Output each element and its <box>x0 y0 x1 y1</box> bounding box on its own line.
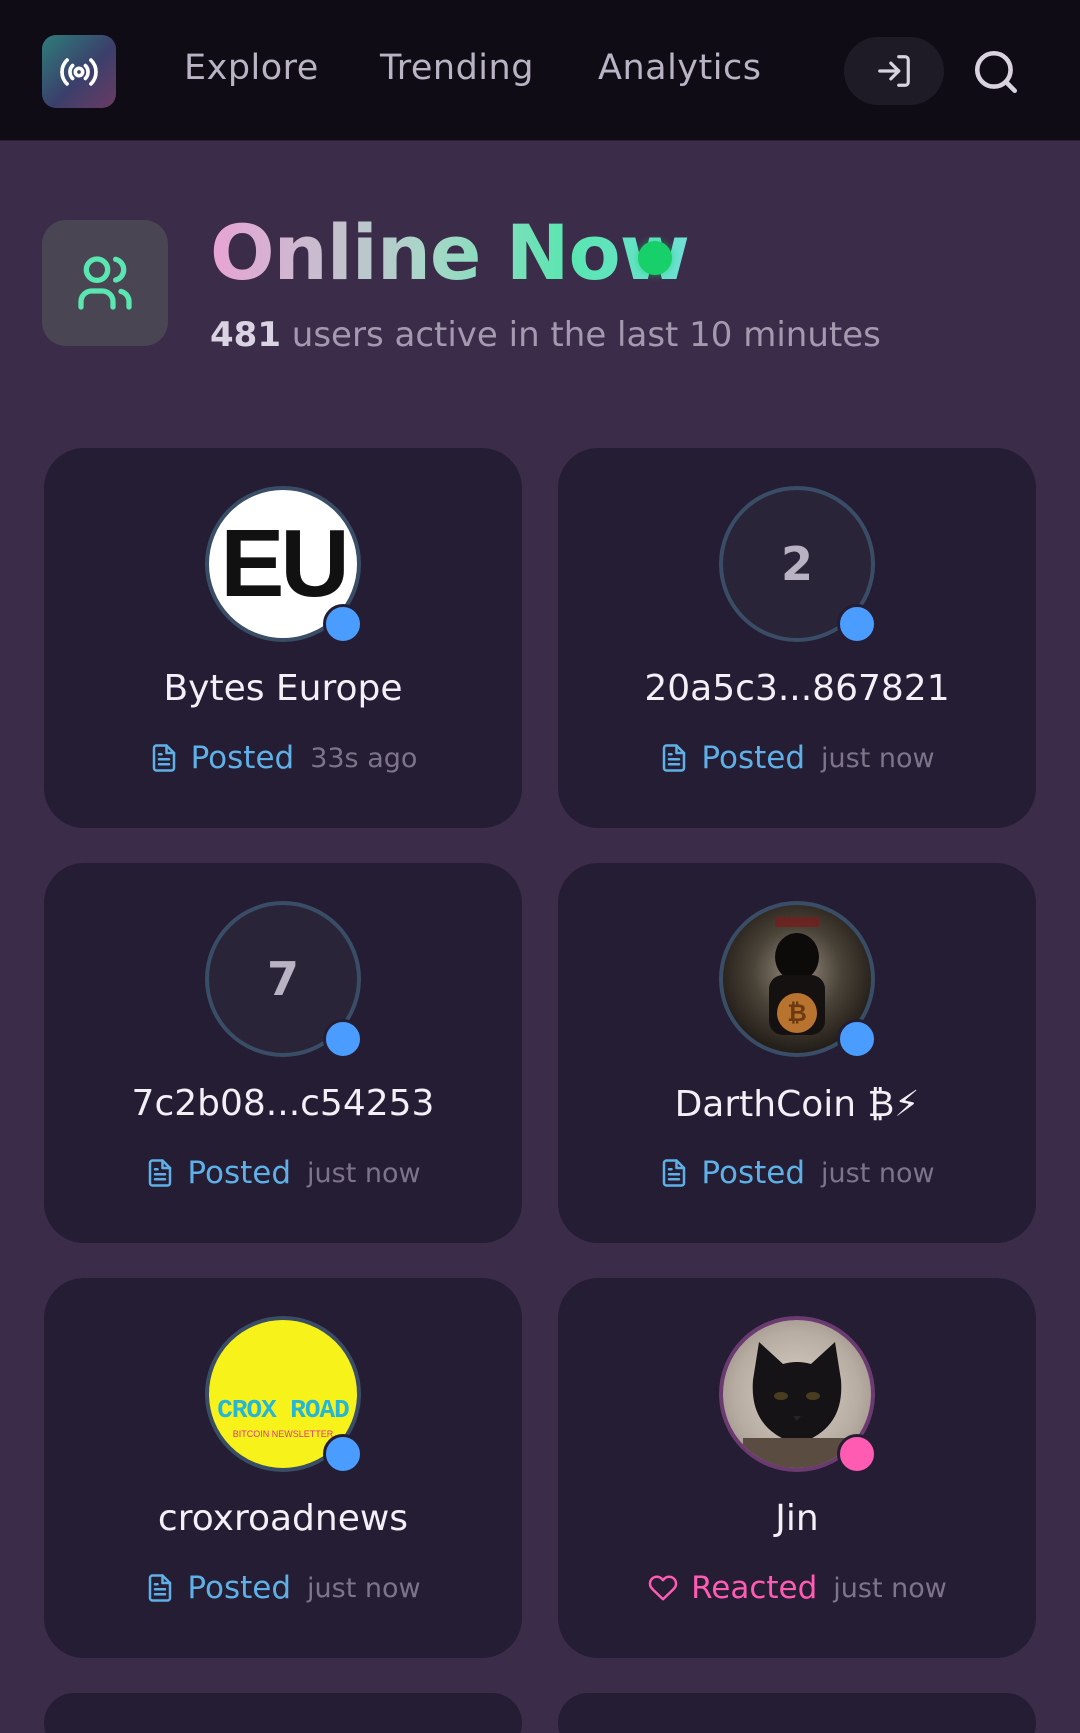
activity-label: Posted <box>187 1155 292 1191</box>
user-name: DarthCoin ₿⚡ <box>674 1084 920 1125</box>
active-users-label: users active in the last 10 minutes <box>291 315 881 355</box>
user-name: 20a5c3...867821 <box>644 668 950 709</box>
svg-text:₿: ₿ <box>787 999 807 1027</box>
user-card[interactable]: 2 20a5c3...867821 Posted just now <box>558 448 1036 828</box>
avatar-logo-subtext: BITCOIN NEWSLETTER <box>232 1429 334 1439</box>
user-card[interactable]: ₿ DarthCoin ₿⚡ Posted just now <box>558 863 1036 1243</box>
user-card[interactable]: 7 7c2b08...c54253 Posted just now <box>44 863 522 1243</box>
heart-icon <box>648 1575 678 1601</box>
user-card[interactable] <box>558 1693 1036 1733</box>
activity-row: Posted just now <box>44 1155 522 1191</box>
activity-label: Posted <box>701 740 806 776</box>
document-icon <box>663 744 686 772</box>
nav-analytics[interactable]: Analytics <box>598 48 761 88</box>
active-users-summary: 481 users active in the last 10 minutes <box>210 315 881 355</box>
nav-explore[interactable]: Explore <box>184 48 319 88</box>
user-card[interactable]: Jin Reacted just now <box>558 1278 1036 1658</box>
activity-time: just now <box>833 1572 947 1604</box>
status-dot <box>323 604 363 644</box>
search-icon <box>974 50 1018 94</box>
document-icon <box>149 1159 172 1187</box>
user-name: 7c2b08...c54253 <box>131 1083 435 1124</box>
page-title: Online Now <box>210 208 690 297</box>
activity-label: Posted <box>187 1570 292 1606</box>
avatar-initial: 2 <box>780 537 813 591</box>
avatar-logo-text: EU <box>220 510 349 617</box>
document-icon <box>663 1159 686 1187</box>
activity-time: just now <box>821 1157 935 1189</box>
status-dot <box>323 1019 363 1059</box>
broadcast-logo-icon[interactable] <box>42 35 116 108</box>
activity-label: Reacted <box>691 1570 818 1606</box>
top-navbar: Explore Trending Analytics <box>0 0 1080 141</box>
status-dot <box>323 1434 363 1474</box>
user-name: croxroadnews <box>157 1498 409 1539</box>
login-icon <box>878 55 910 87</box>
activity-row: Posted 33s ago <box>44 740 522 776</box>
status-dot <box>837 1434 877 1474</box>
activity-label: Posted <box>190 740 295 776</box>
user-name: Jin <box>775 1498 819 1539</box>
activity-time: 33s ago <box>310 742 418 774</box>
avatar-initial: 7 <box>266 952 299 1006</box>
document-icon <box>152 744 175 772</box>
user-name: Bytes Europe <box>163 668 403 709</box>
document-icon <box>149 1574 172 1602</box>
activity-time: just now <box>307 1157 421 1189</box>
activity-row: Posted just now <box>44 1570 522 1606</box>
activity-row: Posted just now <box>558 1155 1036 1191</box>
avatar-logo-text: CROX ROAD <box>217 1395 349 1425</box>
activity-time: just now <box>821 742 935 774</box>
activity-row: Posted just now <box>558 740 1036 776</box>
users-icon <box>42 220 168 346</box>
activity-label: Posted <box>701 1155 806 1191</box>
user-card[interactable] <box>44 1693 522 1733</box>
activity-time: just now <box>307 1572 421 1604</box>
user-card[interactable]: CROX ROAD BITCOIN NEWSLETTER croxroadnew… <box>44 1278 522 1658</box>
search-button[interactable] <box>968 44 1024 100</box>
status-dot <box>837 1019 877 1059</box>
nav-trending[interactable]: Trending <box>380 48 534 88</box>
online-indicator <box>638 241 672 275</box>
status-dot <box>837 604 877 644</box>
user-card[interactable]: EU Bytes Europe Posted 33s ago <box>44 448 522 828</box>
activity-row: Reacted just now <box>558 1570 1036 1606</box>
login-button[interactable] <box>844 37 944 105</box>
active-users-count: 481 <box>210 315 281 355</box>
